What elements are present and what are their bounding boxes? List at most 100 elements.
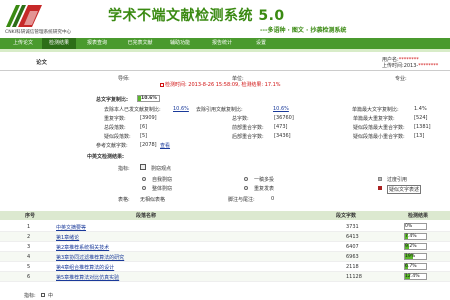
ref-words-value: [2078] [140, 142, 157, 148]
nav-item-statistics[interactable]: 报告统计 [202, 38, 242, 49]
exclude-self-label: 去除本人已发文献复制比: [104, 107, 161, 113]
result-value: 0% [405, 224, 413, 229]
legend-item: 自我剽窃 [152, 177, 173, 183]
max-single-value: 1.4% [414, 106, 427, 112]
result-value: 6.7% [405, 264, 417, 269]
scripts-value: 0 [271, 196, 275, 202]
result-bar: 12.4% [404, 273, 427, 280]
paragraph-link[interactable]: 第2章推荐系统相关技术 [56, 244, 109, 251]
legend-radio[interactable] [244, 177, 248, 181]
main-nav: 上传论文 检测结果 报表查询 已完表文献 辅助功能 报告统计 设置 [0, 38, 450, 49]
ref-view-link[interactable]: 查看 [160, 142, 170, 149]
nav-strip [0, 49, 450, 52]
word-count: 11128 [346, 274, 362, 280]
nav-item-settings[interactable]: 设置 [246, 38, 276, 49]
col-header: 检测结果 [408, 213, 429, 219]
legend-swatch [378, 177, 382, 181]
stat-label: 重复字数: [104, 116, 126, 122]
stat-value: [36760] [274, 115, 294, 121]
paragraph-link[interactable]: 第3章协同过滤推荐算法的研究 [56, 254, 124, 261]
paragraph-link[interactable]: 第1章绪论 [56, 234, 79, 241]
stat-label: 总段落数: [104, 125, 126, 131]
stat-label: 单篇最大重复字数: [353, 116, 395, 122]
slogan: ---多语种 · 图文 · 抄袭检测系统 [260, 27, 347, 34]
paragraph-link[interactable]: 第5章推荐算法对比仿真实验 [56, 274, 119, 281]
stat-value: [5] [140, 133, 148, 139]
major-label: 专业: [395, 76, 407, 82]
table-value: 无相似表格 [140, 197, 166, 203]
row-number: 4 [27, 254, 31, 260]
total-copy-bar: 10.6% [137, 95, 160, 102]
footer-label: 指标: [24, 293, 36, 299]
legend-item: 重复发表 [254, 186, 275, 192]
exclude-quote-label: 去除引用文献复制比: [196, 107, 243, 113]
stat-value: [6] [140, 124, 148, 130]
nav-item-reports[interactable]: 报表查询 [78, 38, 116, 49]
total-copy-ratio: 总文字复制比: [96, 97, 129, 103]
word-count: 2118 [346, 264, 359, 270]
stat-label: 疑似段落最小重合字数: [353, 134, 405, 140]
cnki-logo [4, 3, 44, 29]
stat-value: [13] [414, 133, 425, 139]
result-value: 7.4% [405, 234, 417, 239]
full-text-title: 中英文检测结果: [87, 154, 125, 160]
last-upload: 上传时间:2013-******** [382, 63, 439, 69]
footer-swatch [41, 293, 45, 297]
table-label: 表格: [118, 197, 130, 203]
row-number: 6 [27, 274, 31, 280]
scripts-label: 脚注与尾注: [228, 197, 255, 203]
legend-radio[interactable] [142, 177, 146, 181]
word-count: 6407 [346, 244, 359, 250]
nav-item-published[interactable]: 已完表文献 [120, 38, 160, 49]
ref-words-label: 参考文献字数: [96, 143, 128, 149]
stat-label: 疑似段落最大重合字数: [353, 125, 405, 131]
legend-radio[interactable] [244, 186, 248, 190]
paragraph-link[interactable]: 中英文摘要等 [56, 224, 86, 231]
alert-icon [160, 82, 164, 87]
check-time-alert: 检测时间: 2013-8-26 15:58:09, 检测结果: 17.1% [160, 81, 281, 88]
result-bar: 6.7% [404, 263, 427, 270]
legend-item: 一稿多投 [254, 177, 275, 183]
row-number: 3 [27, 244, 31, 250]
stat-value: [473] [274, 124, 288, 130]
stat-label: 后部重合字数: [232, 134, 264, 140]
nav-item-tools[interactable]: 辅助功能 [162, 38, 198, 49]
word-count: 3731 [346, 224, 359, 230]
legend-radio[interactable] [142, 186, 146, 190]
word-count: 6413 [346, 234, 359, 240]
legend-item: 整体剽窃 [152, 186, 173, 192]
row-number: 5 [27, 264, 31, 270]
suspect-label: 剽窃观点 [151, 166, 172, 172]
result-bar: 0% [404, 223, 427, 230]
stat-value: [1381] [414, 124, 431, 130]
legend-item: 过度引用 [387, 177, 408, 183]
stat-value: [3436] [274, 133, 291, 139]
col-header: 序号 [25, 213, 36, 219]
stat-label: 前部重合字数: [232, 125, 264, 131]
monitor-icon [140, 164, 146, 170]
nav-item-results[interactable]: 检测结果 [42, 38, 76, 49]
section-title: 论文 [36, 60, 48, 66]
stat-label: 总字数: [232, 116, 249, 122]
col-header: 段文字数 [336, 213, 357, 219]
stat-value: [524] [414, 115, 428, 121]
result-bar: 19% [404, 253, 427, 260]
legend-swatch [378, 186, 382, 190]
word-count: 6963 [346, 254, 359, 260]
stat-label: 疑似段落数: [104, 134, 131, 140]
paragraph-link[interactable]: 第4章组合推荐算法的设计 [56, 264, 114, 271]
exclude-self-value[interactable]: 10.6% [173, 106, 189, 112]
exclude-quote-value[interactable]: 10.6% [273, 106, 289, 112]
footer-value: 中 [48, 293, 54, 299]
result-value: 9.2% [405, 244, 417, 249]
result-bar: 9.2% [404, 243, 427, 250]
legend-item: 疑似文字表述 [387, 185, 422, 194]
result-bar: 7.4% [404, 233, 427, 240]
nav-item-upload[interactable]: 上传论文 [6, 38, 40, 49]
system-title: 学术不端文献检测系统 5.0 [108, 8, 285, 24]
advisor-label: 导师: [118, 76, 130, 82]
row-number: 1 [27, 224, 31, 230]
result-value: 12.4% [405, 274, 420, 279]
site-name: CNKI科研诚信管理系统研究中心 [5, 30, 72, 35]
row-number: 2 [27, 234, 31, 240]
